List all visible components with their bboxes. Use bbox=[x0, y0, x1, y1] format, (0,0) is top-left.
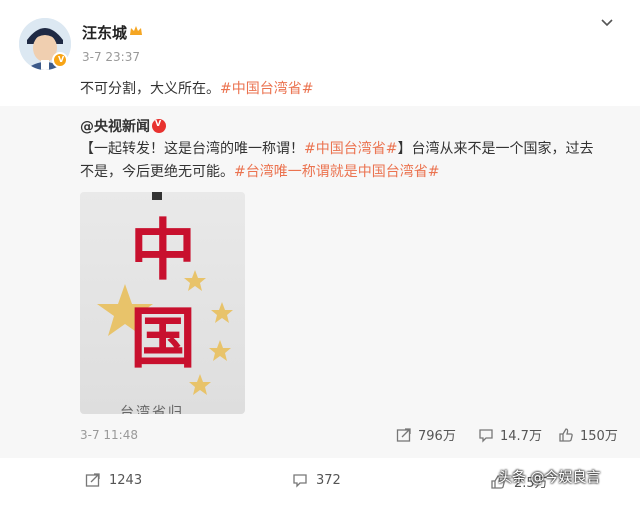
post-time: 3-7 23:37 bbox=[82, 50, 140, 64]
repost-reposts[interactable]: 796万 bbox=[396, 425, 456, 444]
repost-text-part: 【一起转发！这是台湾的唯一称谓！ bbox=[80, 141, 304, 157]
comment-icon bbox=[293, 474, 307, 488]
repost-author[interactable]: @央视新闻 bbox=[80, 116, 150, 136]
post-text: 不可分割，大义所在。#中国台湾省# bbox=[80, 78, 313, 98]
repost-comments[interactable]: 14.7万 bbox=[478, 425, 542, 444]
crown-icon bbox=[130, 26, 142, 35]
post-text-body: 不可分割，大义所在。 bbox=[80, 81, 220, 97]
author-name[interactable]: 汪东城 bbox=[82, 22, 127, 43]
comment-icon bbox=[479, 428, 493, 443]
hashtag-link[interactable]: #台湾唯一称谓就是中国台湾省# bbox=[234, 164, 439, 180]
verified-badge-icon: V bbox=[152, 119, 166, 133]
reposts-count: 796万 bbox=[418, 429, 456, 444]
hashtag-link[interactable]: #中国台湾省# bbox=[220, 81, 313, 97]
image-bottom-text: 台湾省归 bbox=[120, 405, 184, 414]
like-icon bbox=[559, 427, 573, 442]
repost-time: 3-7 11:48 bbox=[80, 428, 138, 442]
share-icon bbox=[85, 473, 100, 487]
repost-likes[interactable]: 150万 bbox=[558, 425, 618, 444]
comment-button[interactable]: 372 bbox=[292, 472, 341, 488]
share-icon bbox=[396, 427, 411, 442]
verified-badge-icon: V bbox=[52, 52, 68, 68]
likes-count: 150万 bbox=[580, 429, 618, 444]
watermark: 头条 @今娱良言 bbox=[498, 470, 601, 486]
post-card: V 汪东城 3-7 23:37 不可分割，大义所在。#中国台湾省# bbox=[0, 0, 640, 104]
repost-button[interactable]: 1243 bbox=[85, 472, 142, 488]
repost-card[interactable]: @央视新闻 V 【一起转发！这是台湾的唯一称谓！#中国台湾省#】台湾从来不是一个… bbox=[0, 106, 640, 458]
repost-image[interactable]: 中国 台湾省归 bbox=[80, 192, 245, 414]
chevron-down-icon[interactable] bbox=[600, 18, 614, 28]
repost-text: 【一起转发！这是台湾的唯一称谓！#中国台湾省#】台湾从来不是一个国家，过去不是，… bbox=[80, 138, 605, 184]
image-big-text: 中国 bbox=[130, 211, 196, 377]
comments-count: 372 bbox=[316, 472, 341, 488]
comments-count: 14.7万 bbox=[500, 429, 542, 444]
hashtag-link[interactable]: #中国台湾省# bbox=[304, 141, 397, 157]
reposts-count: 1243 bbox=[109, 472, 143, 488]
